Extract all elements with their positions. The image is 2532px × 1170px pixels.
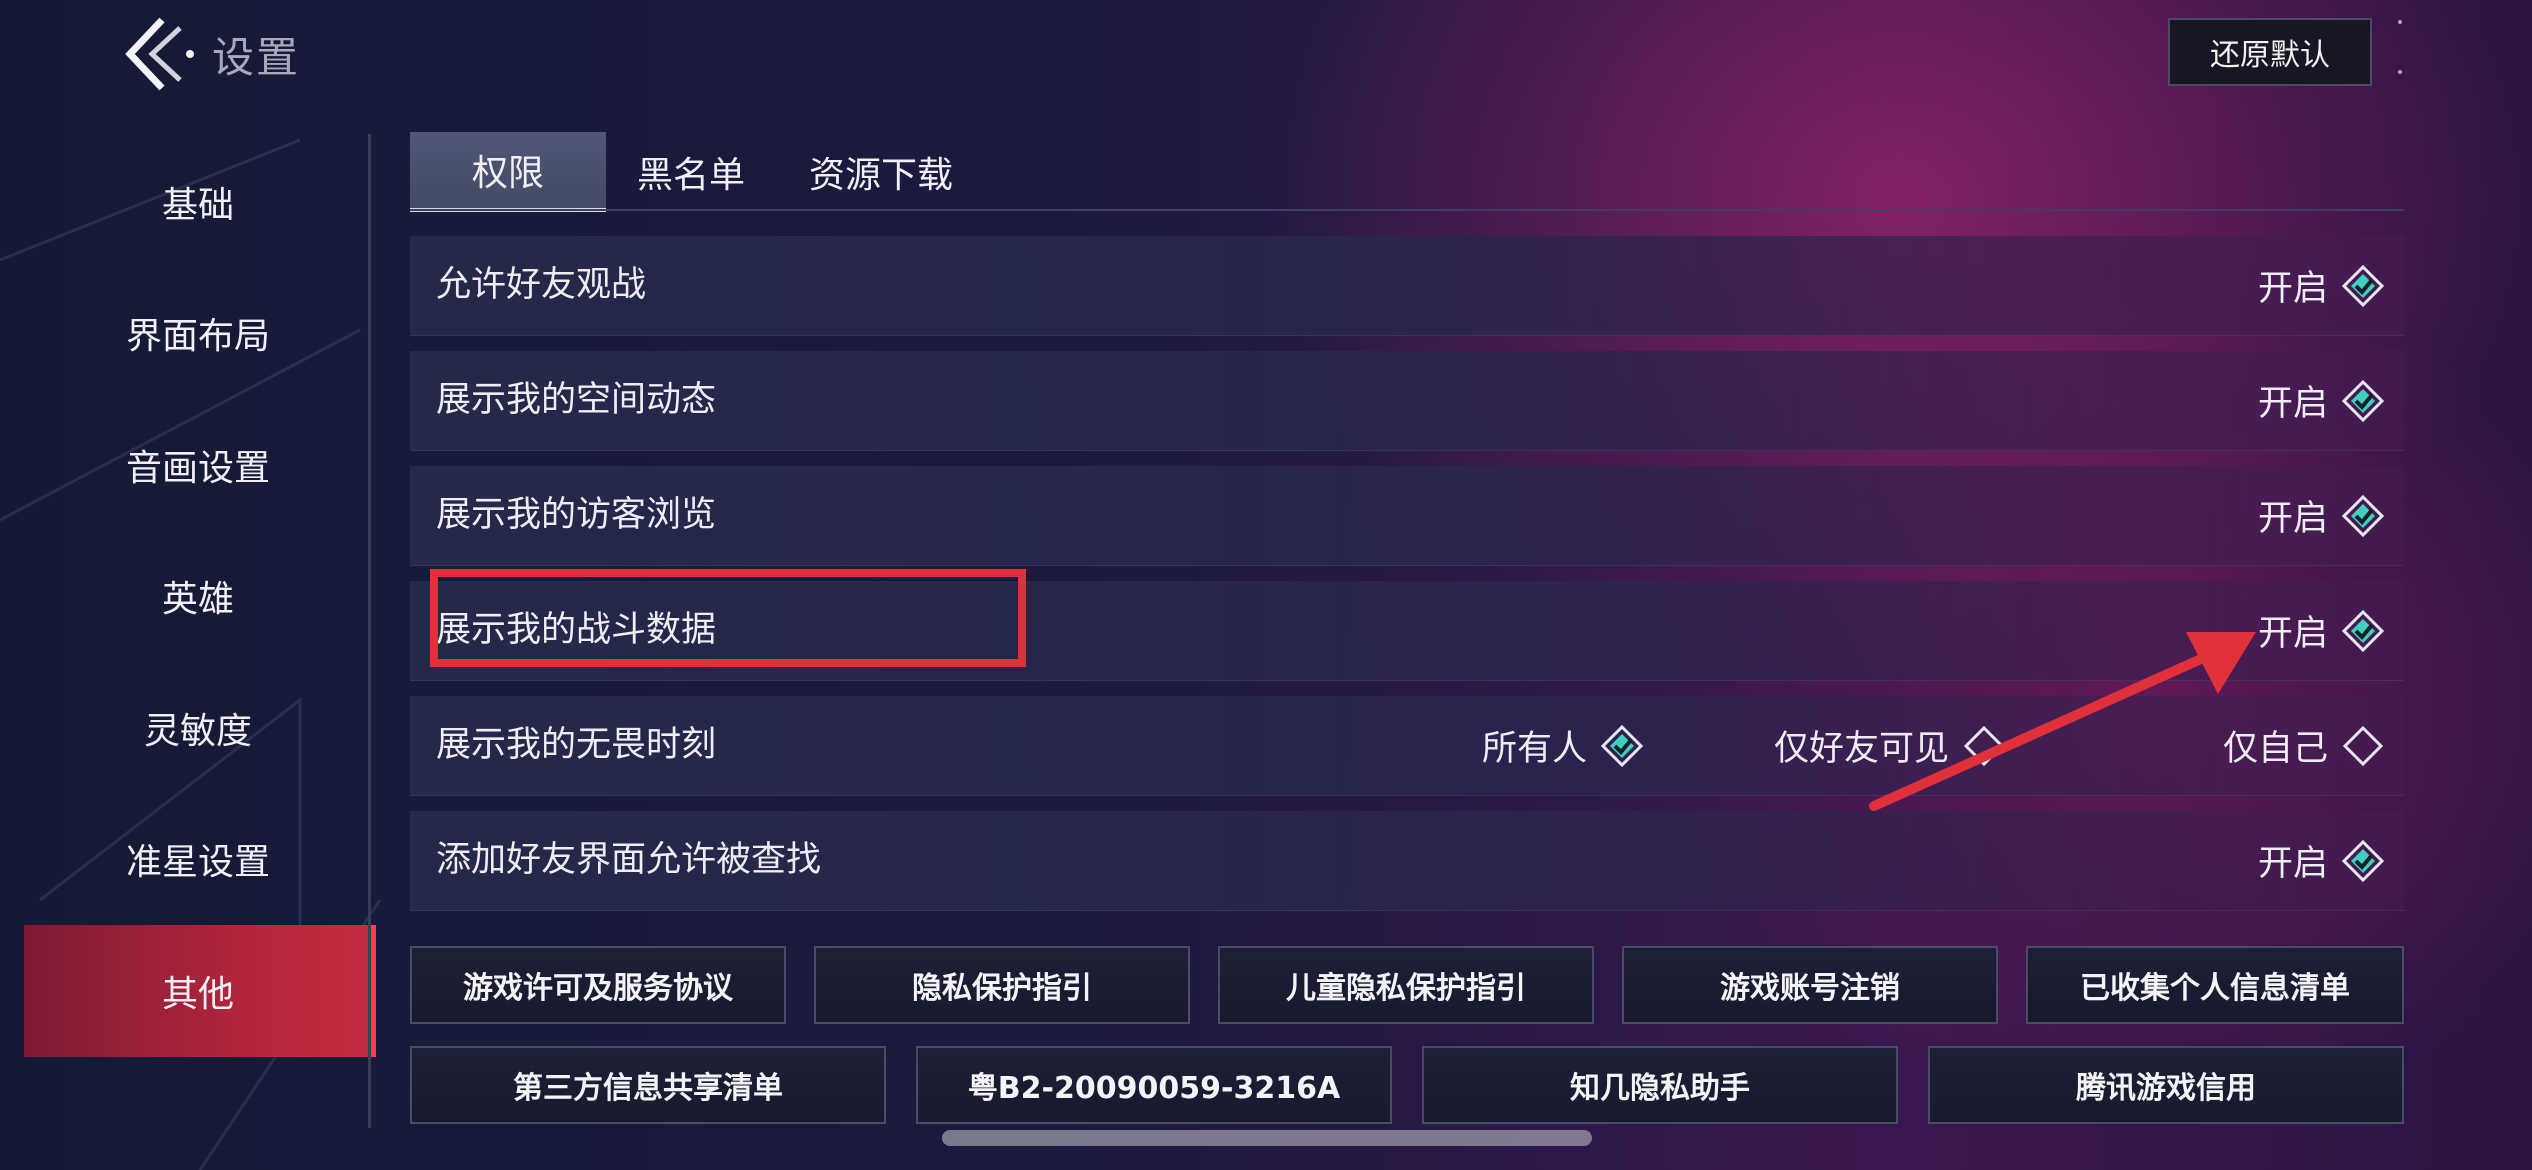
annotation-arrow [1869, 632, 2256, 811]
setting-label: 展示我的空间动态 [436, 380, 717, 420]
diamond-empty-icon [2342, 725, 2384, 766]
diamond-checked-icon [2342, 379, 2384, 422]
sidebar-item-hero[interactable]: 英雄 [24, 531, 372, 663]
collected-info-list-button[interactable]: 已收集个人信息清单 [2026, 946, 2404, 1024]
links-row-1: 游戏许可及服务协议 隐私保护指引 儿童隐私保护指引 游戏账号注销 已收集个人信息… [410, 946, 2404, 1024]
sidebar-item-audio-video[interactable]: 音画设置 [24, 399, 372, 531]
setting-row-space-activity: 展示我的空间动态 开启 [410, 351, 2404, 451]
page-title: 设置 [212, 33, 301, 82]
setting-value: 开启 [2257, 844, 2328, 884]
diamond-checked-icon [2342, 264, 2384, 307]
diamond-checked-icon [2342, 494, 2384, 537]
tab-underline [410, 209, 2404, 211]
setting-row-searchable: 添加好友界面允许被查找 开启 [410, 811, 2404, 911]
child-privacy-guide-button[interactable]: 儿童隐私保护指引 [1218, 946, 1594, 1024]
setting-toggle[interactable]: 开启 [2258, 466, 2384, 565]
sidebar-item-other[interactable]: 其他 [24, 925, 376, 1057]
option-label: 所有人 [1482, 729, 1588, 769]
diamond-checked-icon [2342, 839, 2384, 882]
sidebar-item-label: 准星设置 [125, 842, 270, 884]
setting-row-visitor-browsing: 展示我的访客浏览 开启 [410, 466, 2404, 566]
tab-resource-download[interactable]: 资源下载 [776, 132, 986, 212]
sidebar-item-label: 基础 [161, 184, 234, 226]
back-chevron-icon [125, 17, 194, 91]
reset-default-button[interactable]: 还原默认 [2168, 18, 2372, 86]
license-number-button[interactable]: 粤B2-20090059-3216A [916, 1046, 1392, 1124]
back-button[interactable] [118, 14, 208, 94]
diamond-checked-icon [1601, 724, 1644, 767]
setting-label: 展示我的无畏时刻 [436, 725, 717, 765]
third-party-sharing-button[interactable]: 第三方信息共享清单 [410, 1046, 886, 1124]
sidebar-item-label: 界面布局 [125, 316, 270, 358]
sidebar-item-basic[interactable]: 基础 [24, 136, 372, 268]
tab-permissions[interactable]: 权限 [410, 132, 606, 212]
sidebar-divider [368, 134, 371, 1128]
setting-value: 开启 [2257, 384, 2328, 424]
license-agreement-button[interactable]: 游戏许可及服务协议 [410, 946, 786, 1024]
sidebar-item-label: 其他 [161, 973, 234, 1015]
horizontal-scrollbar[interactable] [942, 1130, 1592, 1146]
setting-label: 允许好友观战 [436, 265, 647, 305]
top-bar: 设置 还原默认 [0, 0, 2532, 110]
sidebar-item-crosshair[interactable]: 准星设置 [24, 794, 372, 926]
setting-value: 开启 [2257, 499, 2328, 539]
account-deletion-button[interactable]: 游戏账号注销 [1622, 946, 1998, 1024]
privacy-guide-button[interactable]: 隐私保护指引 [814, 946, 1190, 1024]
setting-toggle[interactable]: 开启 [2258, 351, 2384, 450]
tab-bar: 权限 黑名单 资源下载 [410, 132, 986, 212]
setting-toggle[interactable]: 开启 [2258, 811, 2384, 910]
sidebar-item-label: 英雄 [161, 579, 234, 621]
setting-row-allow-spectate: 允许好友观战 开启 [410, 236, 2404, 336]
sidebar-item-sensitivity[interactable]: 灵敏度 [24, 662, 372, 794]
tab-blacklist[interactable]: 黑名单 [606, 132, 776, 212]
sidebar-item-label: 音画设置 [125, 447, 270, 489]
setting-label: 添加好友界面允许被查找 [436, 840, 822, 880]
annotation-highlight-box [430, 569, 1026, 667]
setting-value: 开启 [2257, 269, 2328, 309]
privacy-assistant-button[interactable]: 知几隐私助手 [1422, 1046, 1898, 1124]
option-everyone[interactable]: 所有人 [1482, 696, 1644, 795]
sidebar-item-layout[interactable]: 界面布局 [24, 268, 372, 400]
diamond-checked-icon [2342, 609, 2384, 652]
game-credit-button[interactable]: 腾讯游戏信用 [1928, 1046, 2404, 1124]
sidebar: 基础 界面布局 音画设置 英雄 灵敏度 准星设置 其他 [24, 136, 376, 1057]
setting-toggle[interactable]: 开启 [2258, 236, 2384, 335]
links-row-2: 第三方信息共享清单 粤B2-20090059-3216A 知几隐私助手 腾讯游戏… [410, 1046, 2404, 1124]
side-indicator-dots [2398, 20, 2404, 80]
setting-label: 展示我的访客浏览 [436, 495, 717, 535]
sidebar-item-label: 灵敏度 [143, 710, 252, 752]
